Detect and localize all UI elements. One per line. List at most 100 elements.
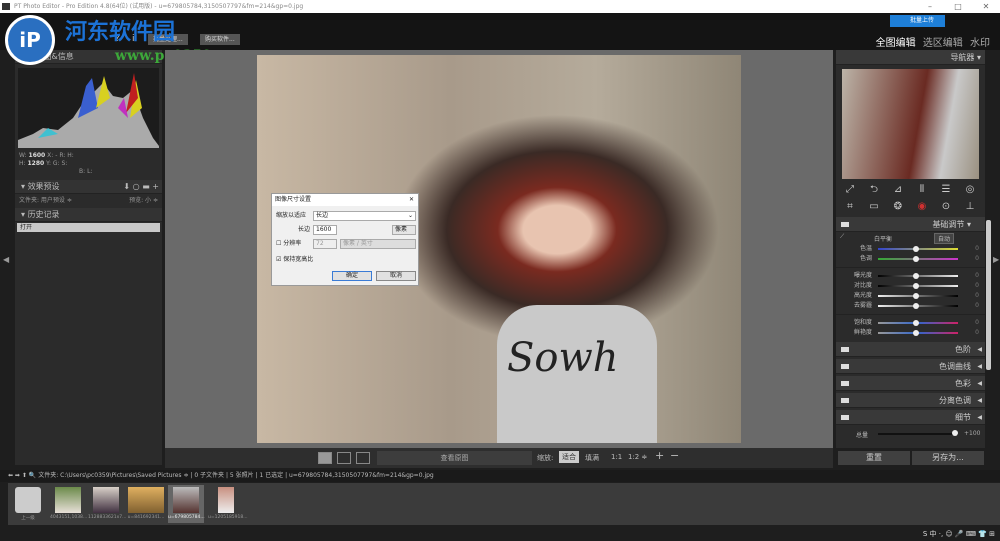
expand-arrow-icon[interactable]: ◀ [977, 342, 982, 357]
navigator-preview[interactable] [842, 69, 979, 179]
folder-up-button[interactable]: 上一级 [10, 485, 46, 523]
rotate-icon[interactable]: ⮌ [868, 184, 880, 195]
section-header[interactable]: 色调曲线 ◀ [836, 359, 985, 374]
dialog-close-button[interactable]: ✕ [409, 194, 414, 206]
slider-value: 0 [975, 282, 979, 289]
slider-value: 0 [975, 272, 979, 279]
expand-arrow-icon[interactable]: ◀ [977, 410, 982, 425]
fit-select[interactable]: 长边 ⌄ [313, 211, 416, 221]
view-original-button[interactable]: 查看原图 [377, 451, 532, 465]
toggle-switch[interactable] [841, 398, 849, 403]
long-edge-input[interactable]: 1600 [313, 225, 337, 235]
preset-preview-select[interactable]: 预览: 小 ≑ [129, 194, 158, 208]
expand-arrow-icon[interactable]: ◀ [977, 359, 982, 374]
toggle-switch[interactable] [841, 364, 849, 369]
slider-knob[interactable] [913, 293, 919, 299]
tab-selection-edit[interactable]: 选区编辑 [923, 38, 963, 49]
toggle-switch[interactable] [841, 222, 849, 227]
view-bar: 查看原图 缩放: 适合 填满 1:1 1:2 ≑ + − [165, 448, 833, 468]
basic-adjust-header[interactable]: 基础调节 ▾ [836, 217, 985, 232]
history-item[interactable]: 打开 [17, 223, 160, 232]
toggle-switch[interactable] [841, 381, 849, 386]
zoom-fit-button[interactable]: 适合 [559, 451, 579, 463]
maximize-button[interactable]: □ [948, 0, 968, 13]
ok-button[interactable]: 确定 [332, 271, 372, 281]
close-button[interactable]: ✕ [976, 0, 996, 13]
resolution-input[interactable]: 72 [313, 239, 337, 249]
slider-knob[interactable] [913, 273, 919, 279]
flip-horizontal-icon[interactable]: ⫴ [916, 184, 928, 195]
section-header[interactable]: 分离色调 ◀ [836, 393, 985, 408]
white-balance-label: 白平衡 [874, 236, 893, 243]
gradient-filter-icon[interactable]: ▭ [868, 201, 880, 212]
collapse-right-arrow[interactable]: ▶ [993, 255, 999, 264]
flip-vertical-icon[interactable]: ☰ [940, 184, 952, 195]
section-header[interactable]: 色阶 ◀ [836, 342, 985, 357]
section-header[interactable]: 色彩 ◀ [836, 376, 985, 391]
minimize-button[interactable]: – [920, 0, 940, 13]
toggle-switch[interactable] [841, 415, 849, 420]
zoom-label: 缩放: [537, 454, 554, 462]
unit-select[interactable]: 像素 [392, 225, 416, 235]
preset-folder-select[interactable]: 文件夹: 用户预设 ≑ [19, 197, 72, 204]
resize-icon[interactable]: ⤢ [844, 184, 856, 195]
reset-button[interactable]: 重置 [838, 451, 910, 465]
presets-header[interactable]: ▾ 效果预设 ⬇ ○ ▬ + [15, 180, 162, 194]
resolution-checkbox[interactable]: ☐ 分辨率 [276, 239, 301, 249]
nav-icons[interactable]: ⬅ ➡ ⬆ 🔍 [8, 472, 38, 479]
resolution-unit-select[interactable]: 像素 / 英寸 [340, 239, 416, 249]
dialog-titlebar: 图像尺寸设置 ✕ [272, 194, 418, 206]
vignette-icon[interactable]: ◎ [964, 184, 976, 195]
thumbnail[interactable]: u=1205185918... [208, 485, 248, 523]
straighten-icon[interactable]: ⊿ [892, 184, 904, 195]
expand-arrow-icon[interactable]: ◀ [977, 393, 982, 408]
red-eye-icon[interactable]: ◉ [916, 201, 928, 212]
slider-row: 对比度 0 [836, 281, 985, 291]
keep-ratio-checkbox[interactable]: ☑ 保持宽高比 [276, 255, 313, 265]
amount-label: 总量 [856, 432, 869, 439]
dialog-title: 图像尺寸设置 [275, 196, 312, 203]
split-horizontal-button[interactable] [356, 452, 370, 464]
history-header[interactable]: ▾ 历史记录 [15, 208, 162, 222]
history-title: 历史记录 [27, 210, 60, 219]
slider-knob[interactable] [913, 320, 919, 326]
zoom-out-button[interactable]: − [670, 449, 679, 462]
thumbnail[interactable]: 1128833621x7... [88, 485, 126, 523]
collapse-left-arrow[interactable]: ◀ [3, 255, 9, 264]
single-view-button[interactable] [318, 452, 332, 464]
zoom-in-button[interactable]: + [655, 449, 664, 462]
preset-tools-icons[interactable]: ⬇ ○ ▬ + [123, 180, 159, 194]
split-vertical-button[interactable] [337, 452, 351, 464]
spot-heal-icon[interactable]: ⊙ [940, 201, 952, 212]
navigator-header[interactable]: 导航器 ▾ [836, 50, 985, 65]
slider-knob[interactable] [913, 283, 919, 289]
tab-full-edit[interactable]: 全图编辑 [876, 38, 916, 49]
zoom-1-1-button[interactable]: 1:1 [611, 453, 622, 461]
auto-button[interactable]: 自动 [934, 233, 955, 244]
slider-knob[interactable] [913, 303, 919, 309]
upload-button[interactable]: 批量上传 [890, 15, 945, 27]
tab-watermark[interactable]: 水印 [970, 38, 990, 49]
thumbnail[interactable]: 4043151,1038... [50, 485, 87, 523]
eyedropper-icon[interactable]: ⟋ [840, 233, 844, 241]
stamp-icon[interactable]: ⊥ [964, 201, 976, 212]
right-scrollbar[interactable] [986, 220, 991, 370]
buy-button[interactable]: 购买软件... [200, 34, 240, 45]
slider-knob[interactable] [913, 246, 919, 252]
thumbnail-selected[interactable]: u=679805784... [168, 485, 205, 523]
thumbnail[interactable]: u=841692341... [126, 485, 166, 523]
slider-knob[interactable] [913, 330, 919, 336]
cancel-button[interactable]: 取消 [376, 271, 416, 281]
crop-icon[interactable]: ⌗ [844, 201, 856, 212]
amount-slider[interactable] [878, 433, 958, 435]
save-as-button[interactable]: 另存为... [912, 451, 984, 465]
amount-knob[interactable] [952, 430, 958, 436]
radial-filter-icon[interactable]: ❂ [892, 201, 904, 212]
slider-knob[interactable] [913, 256, 919, 262]
zoom-ratio-select[interactable]: 1:2 ≑ [628, 453, 647, 461]
slider-row: 高光度 0 [836, 291, 985, 301]
zoom-fill-button[interactable]: 填满 [585, 453, 599, 463]
expand-arrow-icon[interactable]: ◀ [977, 376, 982, 391]
section-header[interactable]: 细节 ◀ [836, 410, 985, 425]
toggle-switch[interactable] [841, 347, 849, 352]
